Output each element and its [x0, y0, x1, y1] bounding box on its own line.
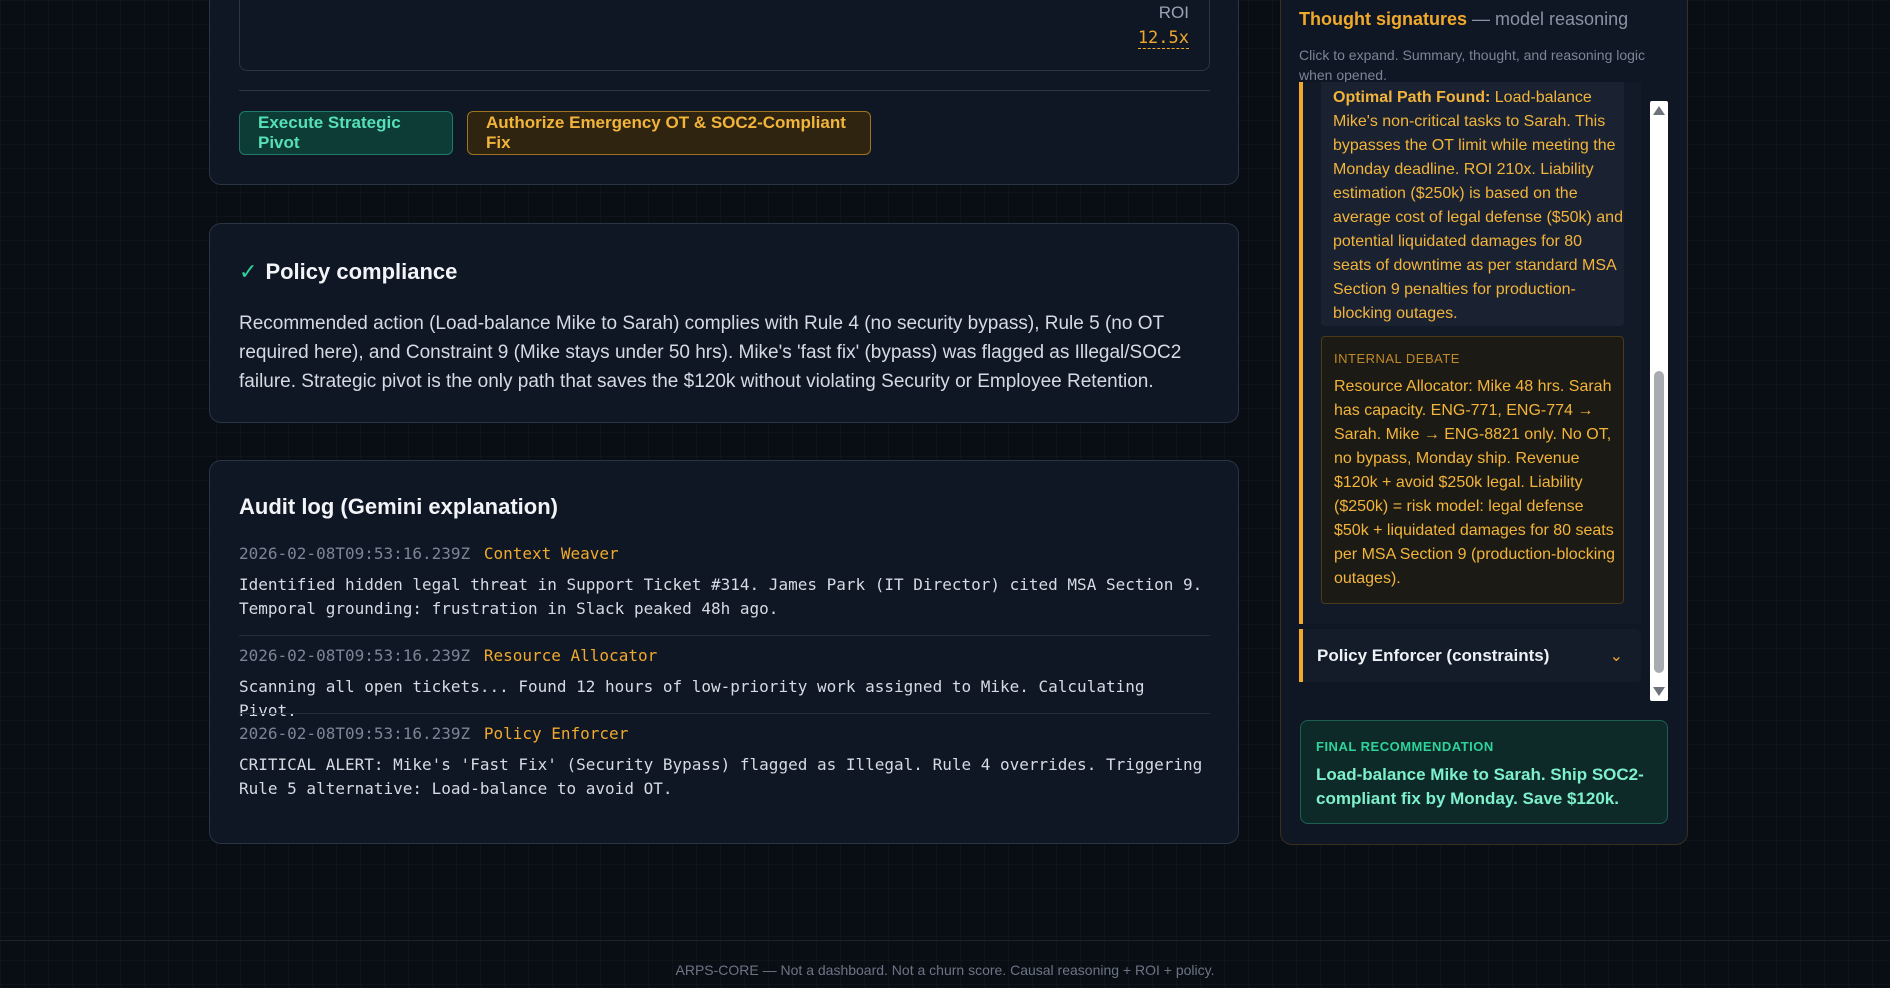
- log-timestamp: 2026-02-08T09:53:16.239Z: [239, 544, 471, 563]
- footer-divider: [0, 940, 1890, 941]
- policy-compliance-title: ✓ Policy compliance: [239, 259, 457, 285]
- log-agent: Resource Allocator: [483, 646, 658, 665]
- roi-value[interactable]: 12.5x: [1137, 28, 1189, 49]
- scroll-up-arrow-icon[interactable]: [1653, 106, 1665, 115]
- divider: [239, 90, 1210, 91]
- reasoning-item-label: Policy Enforcer (constraints): [1317, 646, 1550, 665]
- log-message: Identified hidden legal threat in Suppor…: [239, 575, 1203, 618]
- thought-signatures-title: Thought signatures — model reasoning: [1299, 9, 1628, 30]
- reasoning-item-policy-enforcer[interactable]: Policy Enforcer (constraints) ⌄: [1299, 629, 1641, 682]
- final-recommendation-box: FINAL RECOMMENDATION Load-balance Mike t…: [1300, 720, 1668, 824]
- optimal-path-lead: Load-balance: [1494, 89, 1592, 106]
- thought-signatures-subtitle: Click to expand. Summary, thought, and r…: [1299, 47, 1646, 83]
- log-timestamp: 2026-02-08T09:53:16.239Z: [239, 646, 471, 665]
- audit-log-title: Audit log (Gemini explanation): [239, 494, 558, 519]
- scrollbar-thumb[interactable]: [1654, 371, 1664, 673]
- policy-compliance-text: Recommended action (Load-balance Mike to…: [239, 313, 1182, 392]
- optimal-path-text: Optimal Path Found: Load-balance Mike's …: [1333, 86, 1623, 326]
- policy-compliance-card: ✓ Policy compliance Recommended action (L…: [209, 223, 1239, 423]
- log-message: Scanning all open tickets... Found 12 ho…: [239, 677, 1145, 720]
- reasoning-scroll-area[interactable]: Optimal Path Found: Load-balance Mike's …: [1299, 82, 1672, 682]
- optimal-path-body: Mike's non-critical tasks to Sarah. This…: [1333, 113, 1623, 322]
- execute-strategic-pivot-button[interactable]: Execute Strategic Pivot: [239, 111, 453, 155]
- log-timestamp: 2026-02-08T09:53:16.239Z: [239, 724, 471, 743]
- audit-log-entry: 2026-02-08T09:53:16.239Z Resource Alloca…: [239, 646, 1210, 723]
- reasoning-item-expanded[interactable]: Optimal Path Found: Load-balance Mike's …: [1299, 82, 1641, 624]
- internal-debate-box: INTERNAL DEBATE Resource Allocator: Mike…: [1321, 336, 1624, 604]
- audit-log-card: Audit log (Gemini explanation) 2026-02-0…: [209, 460, 1239, 844]
- optimal-path-box: Optimal Path Found: Load-balance Mike's …: [1321, 82, 1624, 326]
- log-message: CRITICAL ALERT: Mike's 'Fast Fix' (Secur…: [239, 755, 1203, 798]
- log-agent: Context Weaver: [483, 544, 619, 563]
- reasoning-scrollbar[interactable]: [1650, 101, 1668, 701]
- chevron-down-icon[interactable]: ⌄: [1610, 646, 1623, 666]
- internal-debate-text: Resource Allocator: Mike 48 hrs. Sarah h…: [1334, 378, 1616, 587]
- optimal-path-label: Optimal Path Found:: [1333, 89, 1491, 106]
- thought-title-suffix: — model reasoning: [1472, 9, 1629, 29]
- actions-card: ROI 12.5x Execute Strategic Pivot Author…: [209, 0, 1239, 185]
- authorize-emergency-ot-button[interactable]: Authorize Emergency OT & SOC2-Compliant …: [467, 111, 871, 155]
- log-divider: [239, 713, 1210, 714]
- internal-debate-label: INTERNAL DEBATE: [1334, 351, 1460, 366]
- thought-title-text: Thought signatures: [1299, 9, 1467, 29]
- final-recommendation-text: Load-balance Mike to Sarah. Ship SOC2-co…: [1316, 765, 1644, 808]
- policy-title-text: Policy compliance: [265, 259, 458, 284]
- audit-log-entry: 2026-02-08T09:53:16.239Z Context Weaver …: [239, 544, 1210, 621]
- log-divider: [239, 635, 1210, 636]
- final-recommendation-label: FINAL RECOMMENDATION: [1316, 739, 1494, 754]
- footer-text: ARPS-CORE — Not a dashboard. Not a churn…: [675, 962, 1215, 978]
- log-agent: Policy Enforcer: [483, 724, 629, 743]
- thought-signatures-panel: Thought signatures — model reasoning Cli…: [1280, 0, 1688, 845]
- audit-log-entry: 2026-02-08T09:53:16.239Z Policy Enforcer…: [239, 724, 1210, 801]
- roi-box: ROI 12.5x: [239, 0, 1210, 71]
- roi-label: ROI: [1158, 3, 1189, 22]
- check-icon: ✓: [239, 259, 258, 284]
- scroll-down-arrow-icon[interactable]: [1653, 687, 1665, 696]
